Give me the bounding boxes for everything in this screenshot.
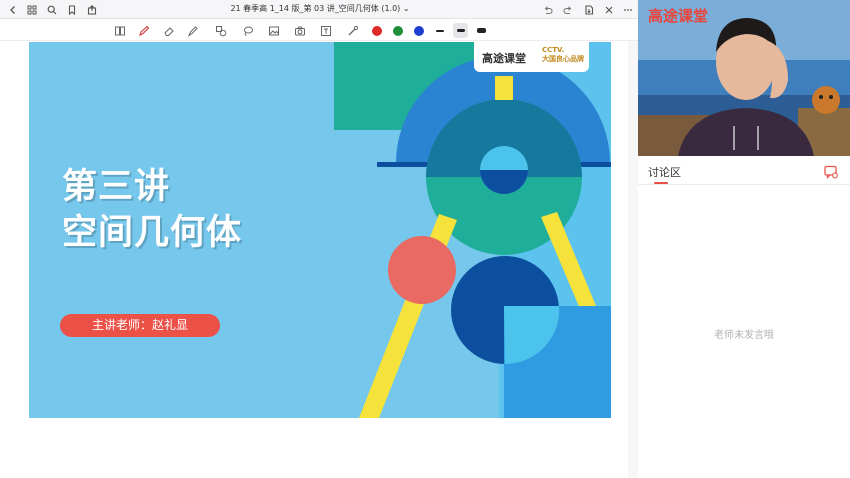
more-icon[interactable] [620, 2, 635, 17]
laser-pointer-icon[interactable] [345, 23, 360, 38]
slide-title-line1: 第三讲 [62, 167, 171, 207]
document-title: 21 春季高 1_14 版_第 03 讲_空间几何体 (1.0) ⌄ [180, 3, 460, 14]
back-icon[interactable] [5, 2, 20, 17]
title-bar: 21 春季高 1_14 版_第 03 讲_空间几何体 (1.0) ⌄ [0, 0, 638, 19]
app-window: 21 春季高 1_14 版_第 03 讲_空间几何体 (1.0) ⌄ 第三讲 空… [0, 0, 850, 478]
color-blue-swatch[interactable] [411, 23, 426, 38]
discussion-tabs: 讨论区 [638, 156, 850, 185]
page-scrollbar[interactable] [628, 41, 638, 478]
close-icon[interactable] [601, 2, 616, 17]
pen-icon[interactable] [136, 23, 151, 38]
tab-active-indicator [654, 182, 668, 184]
slide-title: 第三讲 空间几何体 [62, 164, 242, 256]
document-viewer: 21 春季高 1_14 版_第 03 讲_空间几何体 (1.0) ⌄ 第三讲 空… [0, 0, 638, 478]
document-title-text: 21 春季高 1_14 版_第 03 讲_空间几何体 (1.0) [230, 4, 401, 13]
title-dropdown-chevron-icon[interactable]: ⌄ [403, 4, 410, 13]
chat-settings-icon[interactable] [824, 164, 838, 179]
stroke-medium-option[interactable] [453, 23, 468, 38]
cctv-badge-line1: CCTV. [542, 46, 565, 54]
camera-icon[interactable] [292, 23, 307, 38]
tab-discussion[interactable]: 讨论区 [648, 164, 681, 180]
redo-icon[interactable] [560, 2, 575, 17]
annotation-toolbar [0, 19, 638, 41]
eraser-icon[interactable] [161, 23, 176, 38]
shapes-icon[interactable] [213, 23, 228, 38]
stroke-thin-option[interactable] [432, 23, 447, 38]
cctv-badge: CCTV. 大国良心品牌 [542, 46, 584, 64]
side-panel: 高途课堂 讨论区 老师未发言哦 [638, 0, 850, 478]
teacher-video: 高途课堂 [638, 0, 850, 156]
lesson-slide: 第三讲 空间几何体 主讲老师：赵礼显 高途课堂 CCTV. 大国良心品牌 [29, 42, 611, 418]
cctv-badge-line2: 大国良心品牌 [542, 55, 584, 63]
bookmark-icon[interactable] [64, 2, 79, 17]
stroke-thick-option[interactable] [474, 23, 489, 38]
undo-icon[interactable] [540, 2, 555, 17]
teacher-badge: 主讲老师：赵礼显 [60, 314, 220, 337]
text-icon[interactable] [318, 23, 333, 38]
color-red-swatch[interactable] [369, 23, 384, 38]
slide-logo: 高途课堂 CCTV. 大国良心品牌 [474, 42, 589, 72]
empty-discussion-message: 老师未发言哦 [714, 330, 774, 341]
reader-icon[interactable] [112, 23, 127, 38]
video-watermark-logo: 高途课堂 [648, 7, 709, 25]
slide-logo-text: 高途课堂 [482, 52, 526, 65]
search-icon[interactable] [44, 2, 59, 17]
image-icon[interactable] [266, 23, 281, 38]
grid-icon[interactable] [24, 2, 39, 17]
share-icon[interactable] [84, 2, 99, 17]
save-icon[interactable] [581, 2, 596, 17]
color-green-swatch[interactable] [390, 23, 405, 38]
highlighter-icon[interactable] [185, 23, 200, 38]
slide-title-line2: 空间几何体 [62, 213, 243, 253]
lasso-icon[interactable] [240, 23, 255, 38]
